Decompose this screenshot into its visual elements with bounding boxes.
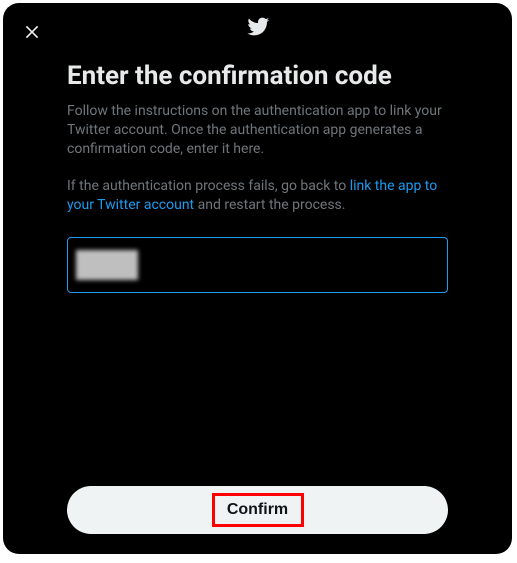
confirmation-code-field[interactable]	[67, 237, 448, 293]
confirmation-modal: Enter the confirmation code Follow the i…	[3, 3, 512, 554]
confirm-button[interactable]: Confirm	[67, 486, 448, 534]
close-icon	[22, 22, 42, 42]
description-text-2: If the authentication process fails, go …	[67, 177, 448, 215]
desc2-suffix: and restart the process.	[194, 197, 345, 213]
page-title: Enter the confirmation code	[67, 60, 448, 92]
logo-container	[67, 15, 448, 38]
desc2-prefix: If the authentication process fails, go …	[67, 178, 350, 194]
close-button[interactable]	[15, 15, 49, 49]
confirm-button-label: Confirm	[227, 501, 288, 519]
twitter-bird-icon	[244, 15, 272, 38]
description-text: Follow the instructions on the authentic…	[67, 102, 448, 159]
redacted-overlay	[76, 250, 138, 280]
